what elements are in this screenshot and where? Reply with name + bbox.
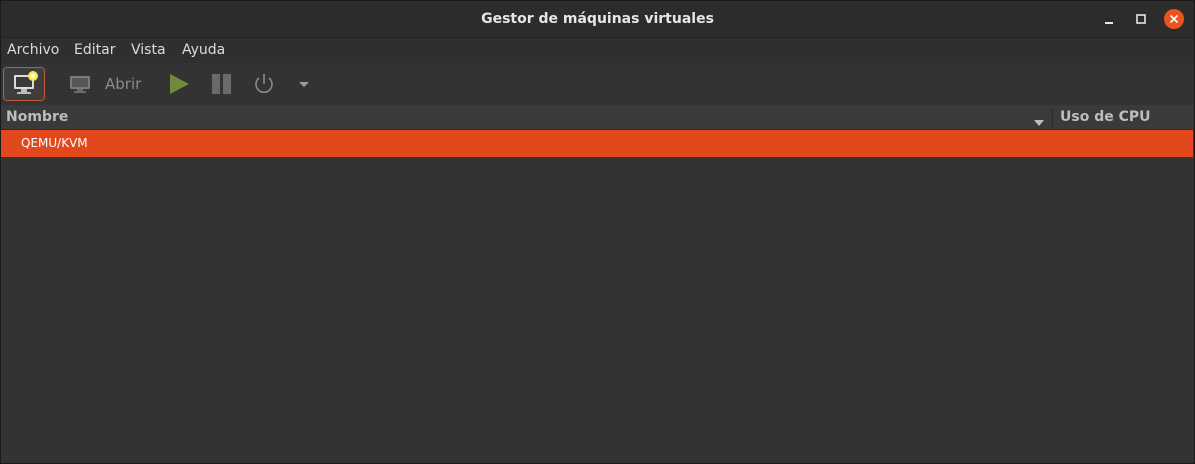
- shutdown-menu-button[interactable]: [295, 71, 313, 97]
- run-button[interactable]: [166, 71, 192, 97]
- vm-list[interactable]: QEMU/KVM: [1, 130, 1194, 463]
- connection-name: QEMU/KVM: [21, 136, 88, 150]
- minimize-icon: [1105, 22, 1113, 24]
- menu-ayuda[interactable]: Ayuda: [182, 38, 225, 63]
- column-header-name[interactable]: Nombre: [6, 105, 68, 130]
- power-icon: [255, 74, 273, 93]
- monitor-icon: [70, 76, 90, 93]
- close-icon: [1169, 14, 1179, 24]
- menu-editar[interactable]: Editar: [74, 38, 115, 63]
- pause-button[interactable]: [209, 71, 235, 97]
- new-vm-button[interactable]: [3, 67, 45, 101]
- menu-archivo[interactable]: Archivo: [7, 38, 59, 63]
- maximize-button[interactable]: [1131, 9, 1151, 29]
- pause-icon: [212, 74, 231, 94]
- list-item[interactable]: QEMU/KVM: [1, 130, 1193, 157]
- open-button[interactable]: Abrir: [67, 71, 147, 97]
- menu-vista[interactable]: Vista: [131, 38, 166, 63]
- play-icon: [170, 74, 189, 94]
- list-header: Nombre Uso de CPU: [1, 105, 1194, 130]
- menu-bar: Archivo Editar Vista Ayuda: [1, 38, 1194, 63]
- new-vm-monitor-icon: [14, 71, 38, 94]
- app-window: Gestor de máquinas virtuales Archivo Edi…: [0, 0, 1195, 464]
- column-separator[interactable]: [1052, 108, 1053, 127]
- title-bar[interactable]: Gestor de máquinas virtuales: [1, 1, 1194, 38]
- shutdown-button[interactable]: [251, 71, 277, 97]
- window-title: Gestor de máquinas virtuales: [481, 11, 714, 27]
- open-button-label: Abrir: [105, 75, 142, 93]
- sort-arrow-icon[interactable]: [1033, 113, 1045, 126]
- toolbar: Abrir: [1, 63, 1194, 105]
- column-header-cpu[interactable]: Uso de CPU: [1060, 105, 1151, 130]
- close-button[interactable]: [1164, 9, 1184, 29]
- triangle-down-icon: [299, 82, 309, 87]
- maximize-icon: [1136, 14, 1146, 24]
- minimize-button[interactable]: [1099, 9, 1119, 29]
- sort-down-icon: [1034, 120, 1044, 126]
- close-button-circle: [1164, 9, 1184, 29]
